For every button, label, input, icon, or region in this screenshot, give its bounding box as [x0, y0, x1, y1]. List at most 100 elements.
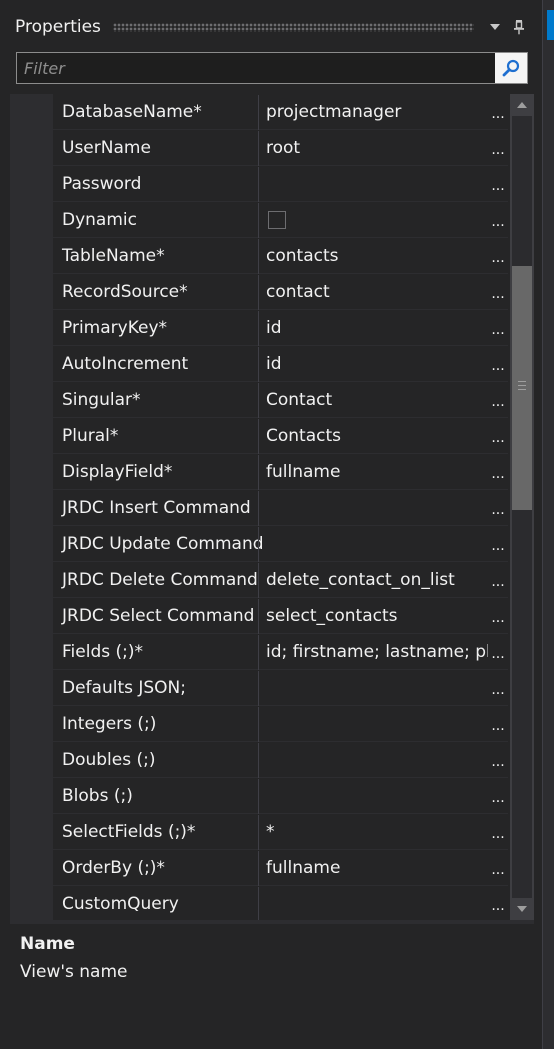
ellipsis-button[interactable]: ... — [490, 818, 506, 850]
ellipsis-button[interactable]: ... — [490, 134, 506, 166]
scroll-thumb[interactable] — [512, 266, 532, 510]
property-value[interactable] — [266, 779, 488, 814]
pin-button[interactable] — [508, 16, 530, 38]
ellipsis-button[interactable]: ... — [490, 350, 506, 382]
column-divider[interactable] — [258, 275, 259, 310]
property-row[interactable]: UserName root... — [53, 131, 508, 166]
property-checkbox[interactable] — [268, 211, 286, 229]
column-divider[interactable] — [258, 635, 259, 670]
scroll-up-button[interactable] — [510, 94, 534, 116]
column-divider[interactable] — [258, 95, 259, 130]
property-value[interactable] — [266, 491, 488, 526]
property-value[interactable]: Contacts — [266, 419, 488, 454]
property-value[interactable]: * — [266, 815, 488, 850]
property-row[interactable]: Fields (;)* id; firstname; lastname; pho.… — [53, 635, 508, 670]
column-divider[interactable] — [258, 851, 259, 886]
property-value[interactable]: fullname — [266, 851, 488, 886]
property-row[interactable]: RecordSource* contact... — [53, 275, 508, 310]
property-value[interactable] — [266, 167, 488, 202]
property-value[interactable]: id — [266, 347, 488, 382]
ellipsis-button[interactable]: ... — [490, 98, 506, 130]
property-row[interactable]: SelectFields (;)* *... — [53, 815, 508, 850]
column-divider[interactable] — [258, 131, 259, 166]
ellipsis-button[interactable]: ... — [490, 890, 506, 920]
ellipsis-button[interactable]: ... — [490, 566, 506, 598]
property-value[interactable] — [266, 527, 488, 562]
property-row[interactable]: AutoIncrement id... — [53, 347, 508, 382]
property-row[interactable]: Singular* Contact... — [53, 383, 508, 418]
column-divider[interactable] — [258, 707, 259, 742]
property-value[interactable] — [266, 671, 488, 706]
property-row[interactable]: JRDC Delete Command delete_contact_on_lis… — [53, 563, 508, 598]
column-divider[interactable] — [258, 419, 259, 454]
ellipsis-button[interactable]: ... — [490, 674, 506, 706]
ellipsis-button[interactable]: ... — [490, 386, 506, 418]
ellipsis-button[interactable]: ... — [490, 422, 506, 454]
column-divider[interactable] — [258, 239, 259, 274]
ellipsis-button[interactable]: ... — [490, 242, 506, 274]
column-divider[interactable] — [258, 599, 259, 634]
ellipsis-button[interactable]: ... — [490, 710, 506, 742]
property-value[interactable]: contacts — [266, 239, 488, 274]
scroll-track[interactable] — [512, 116, 532, 898]
property-row[interactable]: JRDC Update Command... — [53, 527, 508, 562]
property-value[interactable]: id — [266, 311, 488, 346]
column-divider[interactable] — [258, 311, 259, 346]
window-options-button[interactable] — [484, 16, 506, 38]
property-value[interactable]: select_contacts — [266, 599, 488, 634]
ellipsis-button[interactable]: ... — [490, 206, 506, 238]
column-divider[interactable] — [258, 779, 259, 814]
column-divider[interactable] — [258, 743, 259, 778]
vertical-scrollbar[interactable] — [510, 94, 534, 920]
ellipsis-button[interactable]: ... — [490, 782, 506, 814]
column-divider[interactable] — [258, 455, 259, 490]
column-divider[interactable] — [258, 383, 259, 418]
ellipsis-button[interactable]: ... — [490, 746, 506, 778]
ellipsis-button[interactable]: ... — [490, 314, 506, 346]
titlebar-drag-grip[interactable] — [112, 22, 474, 32]
property-row[interactable]: DisplayField* fullname... — [53, 455, 508, 490]
ellipsis-button[interactable]: ... — [490, 602, 506, 634]
column-divider[interactable] — [258, 887, 259, 920]
ellipsis-button[interactable]: ... — [490, 494, 506, 526]
property-value[interactable]: fullname — [266, 455, 488, 490]
property-value[interactable]: projectmanager — [266, 95, 488, 130]
scroll-down-button[interactable] — [510, 898, 534, 920]
ellipsis-button[interactable]: ... — [490, 530, 506, 562]
property-row[interactable]: CustomQuery... — [53, 887, 508, 920]
property-value[interactable] — [266, 743, 488, 778]
property-row[interactable]: Integers (;)... — [53, 707, 508, 742]
column-divider[interactable] — [258, 527, 259, 562]
property-value[interactable] — [266, 887, 488, 920]
property-row[interactable]: Doubles (;)... — [53, 743, 508, 778]
property-row[interactable]: JRDC Insert Command... — [53, 491, 508, 526]
property-value[interactable]: contact — [266, 275, 488, 310]
ellipsis-button[interactable]: ... — [490, 638, 506, 670]
ellipsis-button[interactable]: ... — [490, 278, 506, 310]
column-divider[interactable] — [258, 563, 259, 598]
property-value[interactable] — [266, 707, 488, 742]
filter-input[interactable] — [17, 53, 493, 83]
property-value[interactable]: id; firstname; lastname; pho — [266, 635, 488, 670]
column-divider[interactable] — [258, 815, 259, 850]
column-divider[interactable] — [258, 347, 259, 382]
property-row[interactable]: Blobs (;)... — [53, 779, 508, 814]
property-row[interactable]: PrimaryKey* id... — [53, 311, 508, 346]
ellipsis-button[interactable]: ... — [490, 170, 506, 202]
property-value[interactable]: Contact — [266, 383, 488, 418]
column-divider[interactable] — [258, 167, 259, 202]
property-row[interactable]: Password... — [53, 167, 508, 202]
search-button[interactable] — [495, 53, 527, 83]
ellipsis-button[interactable]: ... — [490, 854, 506, 886]
property-row[interactable]: JRDC Select Command select_contacts... — [53, 599, 508, 634]
property-row[interactable]: OrderBy (;)* fullname... — [53, 851, 508, 886]
column-divider[interactable] — [258, 203, 259, 238]
property-value[interactable]: delete_contact_on_list — [266, 563, 488, 598]
column-divider[interactable] — [258, 491, 259, 526]
property-value[interactable]: root — [266, 131, 488, 166]
property-row[interactable]: DatabaseName* projectmanager... — [53, 95, 508, 130]
property-row[interactable]: TableName* contacts... — [53, 239, 508, 274]
property-row[interactable]: Plural* Contacts... — [53, 419, 508, 454]
ellipsis-button[interactable]: ... — [490, 458, 506, 490]
property-row[interactable]: Defaults JSON;... — [53, 671, 508, 706]
